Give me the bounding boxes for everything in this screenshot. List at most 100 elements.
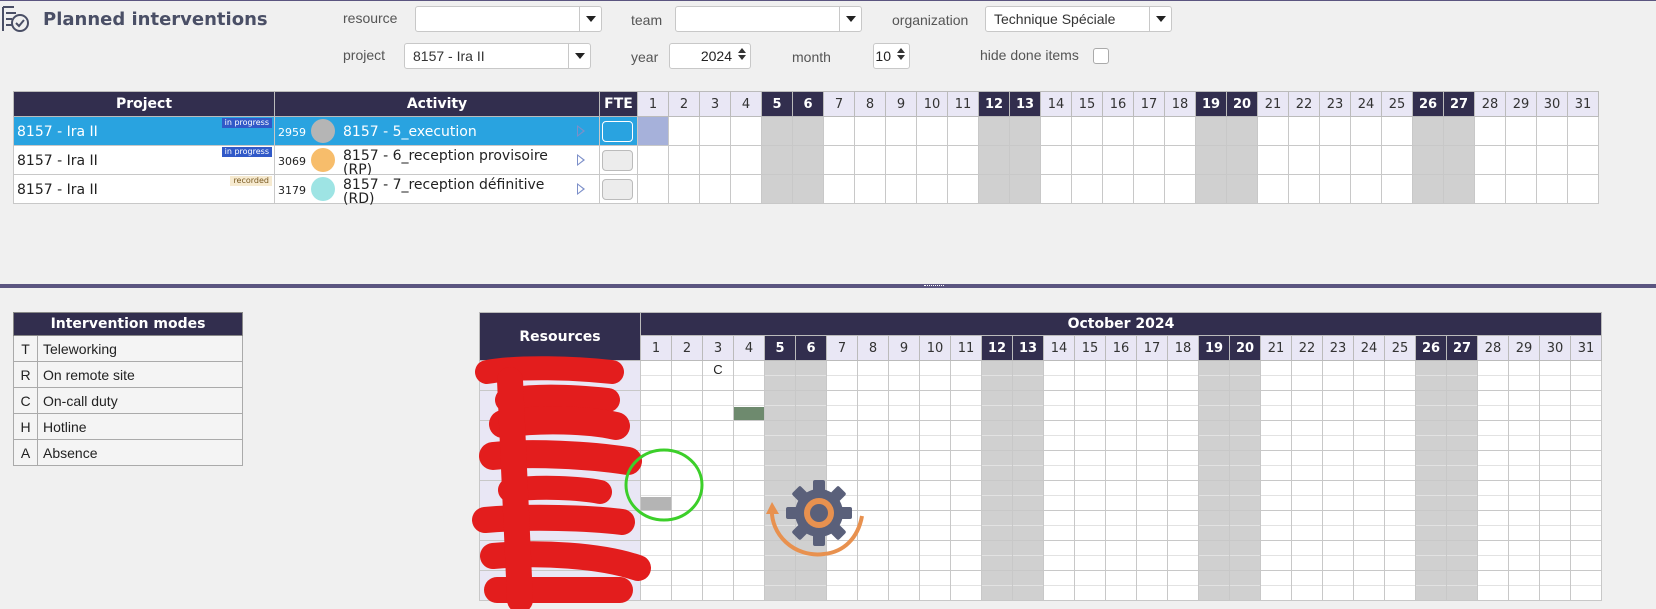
resource-day-cell[interactable] — [640, 360, 672, 391]
resource-day-cell[interactable] — [1198, 570, 1230, 601]
play-icon[interactable] — [577, 125, 585, 137]
resource-day-cell[interactable] — [671, 450, 703, 481]
chevron-down-icon[interactable] — [579, 7, 601, 31]
day-cell[interactable] — [1195, 116, 1227, 146]
day-cell[interactable] — [699, 145, 731, 175]
resource-day-cell[interactable] — [1229, 390, 1261, 421]
fte-cell[interactable] — [599, 174, 638, 204]
resource-day-cell[interactable] — [795, 570, 827, 601]
day-cell[interactable] — [1567, 145, 1599, 175]
resource-day-cell[interactable] — [702, 540, 734, 571]
resource-day-cell[interactable] — [1446, 570, 1478, 601]
resource-day-cell[interactable] — [1570, 570, 1602, 601]
resource-day-cell[interactable] — [1539, 510, 1571, 541]
resource-day-cell[interactable] — [1043, 540, 1075, 571]
day-cell[interactable] — [1040, 174, 1072, 204]
resource-day-cell[interactable] — [1136, 480, 1168, 511]
resource-day-cell[interactable] — [1291, 510, 1323, 541]
resource-day-cell[interactable] — [1136, 420, 1168, 451]
resource-day-cell[interactable] — [671, 360, 703, 391]
resource-day-cell[interactable] — [764, 570, 796, 601]
day-cell[interactable] — [1319, 174, 1351, 204]
resource-day-cell[interactable] — [1229, 420, 1261, 451]
resource-day-cell[interactable] — [857, 420, 889, 451]
resource-day-cell[interactable] — [795, 360, 827, 391]
day-cell[interactable] — [1071, 145, 1103, 175]
day-cell[interactable] — [1412, 174, 1444, 204]
resource-name-cell[interactable] — [479, 570, 641, 601]
resource-day-cell[interactable] — [1322, 420, 1354, 451]
day-cell[interactable] — [978, 145, 1010, 175]
resource-day-cell[interactable] — [1508, 540, 1540, 571]
resource-day-cell[interactable] — [1508, 510, 1540, 541]
resource-day-cell[interactable] — [1415, 540, 1447, 571]
resource-day-cell[interactable] — [1384, 360, 1416, 391]
resource-day-cell[interactable] — [702, 450, 734, 481]
resource-day-cell[interactable] — [1322, 390, 1354, 421]
resource-day-cell[interactable] — [1353, 360, 1385, 391]
resource-day-cell[interactable] — [702, 570, 734, 601]
resource-day-cell[interactable] — [857, 570, 889, 601]
resource-day-cell[interactable] — [1539, 570, 1571, 601]
day-cell[interactable] — [1133, 174, 1165, 204]
day-cell[interactable] — [1381, 116, 1413, 146]
resource-day-cell[interactable] — [1415, 450, 1447, 481]
project-cell[interactable]: 8157 - Ira II in progress — [13, 145, 275, 175]
resource-day-cell[interactable] — [826, 360, 858, 391]
resource-name-cell[interactable] — [479, 480, 641, 511]
day-cell[interactable] — [1102, 116, 1134, 146]
resource-day-cell[interactable] — [1384, 480, 1416, 511]
day-cell[interactable] — [1474, 174, 1506, 204]
resource-day-cell[interactable] — [1446, 360, 1478, 391]
resource-day-cell[interactable] — [826, 420, 858, 451]
resource-day-cell[interactable] — [1043, 450, 1075, 481]
resource-day-cell[interactable] — [1136, 390, 1168, 421]
resource-day-cell[interactable] — [1260, 450, 1292, 481]
day-cell[interactable] — [761, 174, 793, 204]
resource-day-cell[interactable] — [1198, 390, 1230, 421]
resource-day-cell[interactable] — [1570, 390, 1602, 421]
resource-day-cell[interactable] — [671, 390, 703, 421]
splitter-grip-icon[interactable] — [924, 285, 944, 287]
day-cell[interactable] — [761, 145, 793, 175]
resource-day-cell[interactable] — [1322, 450, 1354, 481]
resource-day-cell[interactable] — [1446, 450, 1478, 481]
resource-day-cell[interactable] — [1198, 360, 1230, 391]
resource-day-cell[interactable] — [919, 480, 951, 511]
resource-day-cell[interactable] — [1570, 480, 1602, 511]
resource-day-cell[interactable] — [1570, 450, 1602, 481]
resource-day-cell[interactable] — [1105, 450, 1137, 481]
resource-day-cell[interactable] — [1074, 480, 1106, 511]
resource-day-cell[interactable] — [981, 540, 1013, 571]
resource-day-cell[interactable] — [1043, 480, 1075, 511]
resource-day-cell[interactable] — [1477, 420, 1509, 451]
resource-day-cell[interactable] — [919, 450, 951, 481]
day-cell[interactable] — [1195, 145, 1227, 175]
resource-day-cell[interactable] — [1260, 390, 1292, 421]
allocation-block[interactable] — [641, 497, 671, 510]
resource-day-cell[interactable] — [950, 420, 982, 451]
resource-day-cell[interactable] — [640, 390, 672, 421]
day-cell[interactable] — [1412, 116, 1444, 146]
resource-day-cell[interactable] — [1167, 450, 1199, 481]
resource-day-cell[interactable] — [1136, 450, 1168, 481]
resource-day-cell[interactable] — [1322, 540, 1354, 571]
resource-day-cell[interactable] — [702, 390, 734, 421]
resource-day-cell[interactable] — [1446, 540, 1478, 571]
resource-day-cell[interactable] — [1508, 360, 1540, 391]
resource-day-cell[interactable] — [888, 420, 920, 451]
fte-input[interactable] — [602, 150, 633, 171]
day-cell[interactable] — [1071, 116, 1103, 146]
resource-day-cell[interactable] — [702, 510, 734, 541]
resource-day-cell[interactable] — [1012, 450, 1044, 481]
day-cell[interactable] — [1009, 174, 1041, 204]
resource-day-cell[interactable] — [1539, 360, 1571, 391]
resource-day-cell[interactable] — [1074, 510, 1106, 541]
resource-day-cell[interactable] — [1477, 360, 1509, 391]
day-cell[interactable] — [730, 116, 762, 146]
resource-day-cell[interactable] — [1105, 480, 1137, 511]
resource-day-cell[interactable] — [1260, 570, 1292, 601]
resource-day-cell[interactable] — [1415, 420, 1447, 451]
day-cell[interactable] — [1505, 174, 1537, 204]
resource-day-cell[interactable] — [1074, 540, 1106, 571]
